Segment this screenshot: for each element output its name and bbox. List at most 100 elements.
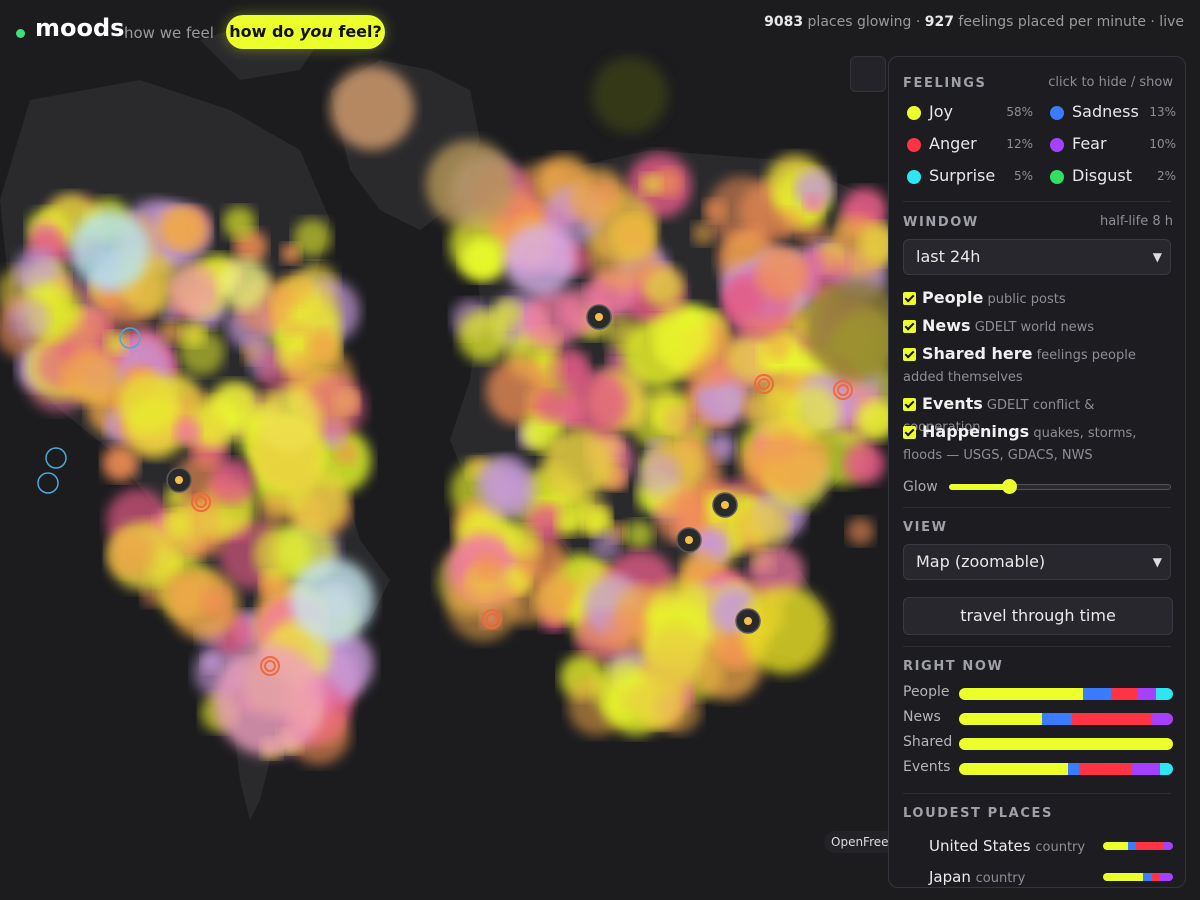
travel-through-time-button[interactable]: travel through time [903, 597, 1173, 635]
feeling-percent: 2% [1156, 169, 1176, 183]
sadness-segment [1127, 842, 1136, 850]
source-name: News [922, 316, 971, 335]
loudest-places-heading: LOUDEST PLACES [903, 806, 1053, 821]
color-swatch [907, 138, 921, 152]
joy-segment [959, 738, 1173, 750]
joy-segment [959, 763, 1069, 775]
fear-segment [1132, 763, 1161, 775]
feeling-percent: 12% [1006, 137, 1033, 151]
window-select[interactable]: last 24h ▼ [903, 239, 1171, 275]
feeling-toggle-fear[interactable]: Fear 10% [1046, 134, 1176, 156]
app-title: moods [35, 14, 125, 42]
place-name: United States country [929, 837, 1086, 855]
sun-icon-core [744, 617, 752, 625]
anger-segment [1072, 713, 1152, 725]
feelings-hint: click to hide / show [1048, 75, 1173, 90]
feeling-toggle-disgust[interactable]: Disgust 2% [1046, 166, 1176, 188]
feeling-toggle-anger[interactable]: Anger 12% [903, 134, 1033, 156]
checkbox[interactable] [903, 398, 916, 411]
source-toggle-people[interactable]: People public posts [903, 287, 1175, 311]
checkbox[interactable] [903, 348, 916, 361]
feeling-name: Surprise [929, 166, 996, 185]
source-toggle-happenings[interactable]: Happenings quakes, storms, floods — USGS… [903, 421, 1175, 467]
sun-icon-core [175, 476, 183, 484]
right-now-row-news: News [903, 709, 1173, 727]
checkbox[interactable] [903, 292, 916, 305]
feeling-toggle-joy[interactable]: Joy 58% [903, 102, 1033, 124]
source-toggle-shared-here[interactable]: Shared here feelings people added themse… [903, 343, 1175, 389]
live-stats: 9083 places glowing · 927 feelings place… [764, 14, 1184, 30]
checkbox[interactable] [903, 426, 916, 439]
sadness-segment [1083, 688, 1111, 700]
feeling-name: Sadness [1072, 102, 1139, 121]
right-now-heading: RIGHT NOW [903, 659, 1004, 674]
window-heading: WINDOW [903, 215, 979, 230]
mood-mix-bar [959, 713, 1173, 725]
tagline-link[interactable]: how we feel [124, 24, 214, 42]
feeling-toggle-surprise[interactable]: Surprise 5% [903, 166, 1033, 188]
source-description: public posts [987, 292, 1066, 307]
joy-segment [959, 713, 1043, 725]
checkbox[interactable] [903, 320, 916, 333]
sadness-segment [1042, 713, 1073, 725]
fear-segment [1163, 842, 1173, 850]
row-label: Shared [903, 734, 953, 750]
sadness-segment [1068, 763, 1079, 775]
right-now-row-people: People [903, 684, 1173, 702]
source-name: Events [922, 394, 983, 413]
chevron-down-icon: ▼ [1152, 250, 1162, 264]
right-now-row-events: Events [903, 759, 1173, 777]
mood-mix-bar [959, 688, 1173, 700]
feeling-percent: 5% [1013, 169, 1033, 183]
source-toggle-news[interactable]: News GDELT world news [903, 315, 1175, 339]
row-label: Events [903, 759, 951, 775]
mood-mix-bar [959, 738, 1173, 750]
sun-icon-core [721, 501, 729, 509]
half-life-label: half-life 8 h [1100, 214, 1173, 229]
source-name: Shared here [922, 344, 1033, 363]
chevron-down-icon: ▼ [1152, 555, 1162, 569]
feeling-toggle-sadness[interactable]: Sadness 13% [1046, 102, 1176, 124]
anger-segment [1135, 842, 1164, 850]
color-swatch [907, 170, 921, 184]
view-heading: VIEW [903, 520, 948, 535]
view-select[interactable]: Map (zoomable) ▼ [903, 544, 1171, 580]
surprise-segment [1155, 688, 1173, 700]
source-description: GDELT world news [974, 320, 1095, 335]
feelings-heading: FEELINGS [903, 76, 987, 91]
joy-segment [1103, 842, 1128, 850]
joy-segment [959, 688, 1084, 700]
mood-mix-bar [959, 763, 1173, 775]
map-attribution[interactable]: OpenFree [824, 831, 896, 853]
mood-mix-bar [1103, 842, 1173, 850]
source-name: Happenings [922, 422, 1030, 441]
row-label: People [903, 684, 950, 700]
sun-icon-core [595, 313, 603, 321]
place-name: Japan country [929, 868, 1026, 886]
anger-segment [1110, 688, 1137, 700]
slider-handle[interactable] [1001, 479, 1017, 494]
control-panel: FEELINGS click to hide / show Joy 58% Sadn… [888, 56, 1186, 888]
fear-segment [1158, 873, 1173, 881]
feeling-name: Fear [1072, 134, 1107, 153]
surprise-segment [1160, 763, 1173, 775]
fear-segment [1136, 688, 1156, 700]
loudest-place-item[interactable]: United States country [929, 837, 1173, 859]
color-swatch [1050, 138, 1064, 152]
fear-segment [1151, 713, 1173, 725]
feeling-name: Anger [929, 134, 977, 153]
glow-slider[interactable] [949, 479, 1171, 494]
map-control-button[interactable] [850, 56, 886, 92]
share-feeling-button[interactable]: how do you feel? [226, 15, 385, 49]
anger-segment [1078, 763, 1133, 775]
color-swatch [907, 106, 921, 120]
loudest-place-item[interactable]: Japan country [929, 868, 1173, 887]
row-label: News [903, 709, 941, 725]
feeling-percent: 10% [1149, 137, 1176, 151]
sadness-segment [1142, 873, 1152, 881]
feeling-name: Joy [929, 102, 953, 121]
color-swatch [1050, 170, 1064, 184]
anger-segment [1151, 873, 1159, 881]
sun-icon-core [685, 536, 693, 544]
color-swatch [1050, 106, 1064, 120]
